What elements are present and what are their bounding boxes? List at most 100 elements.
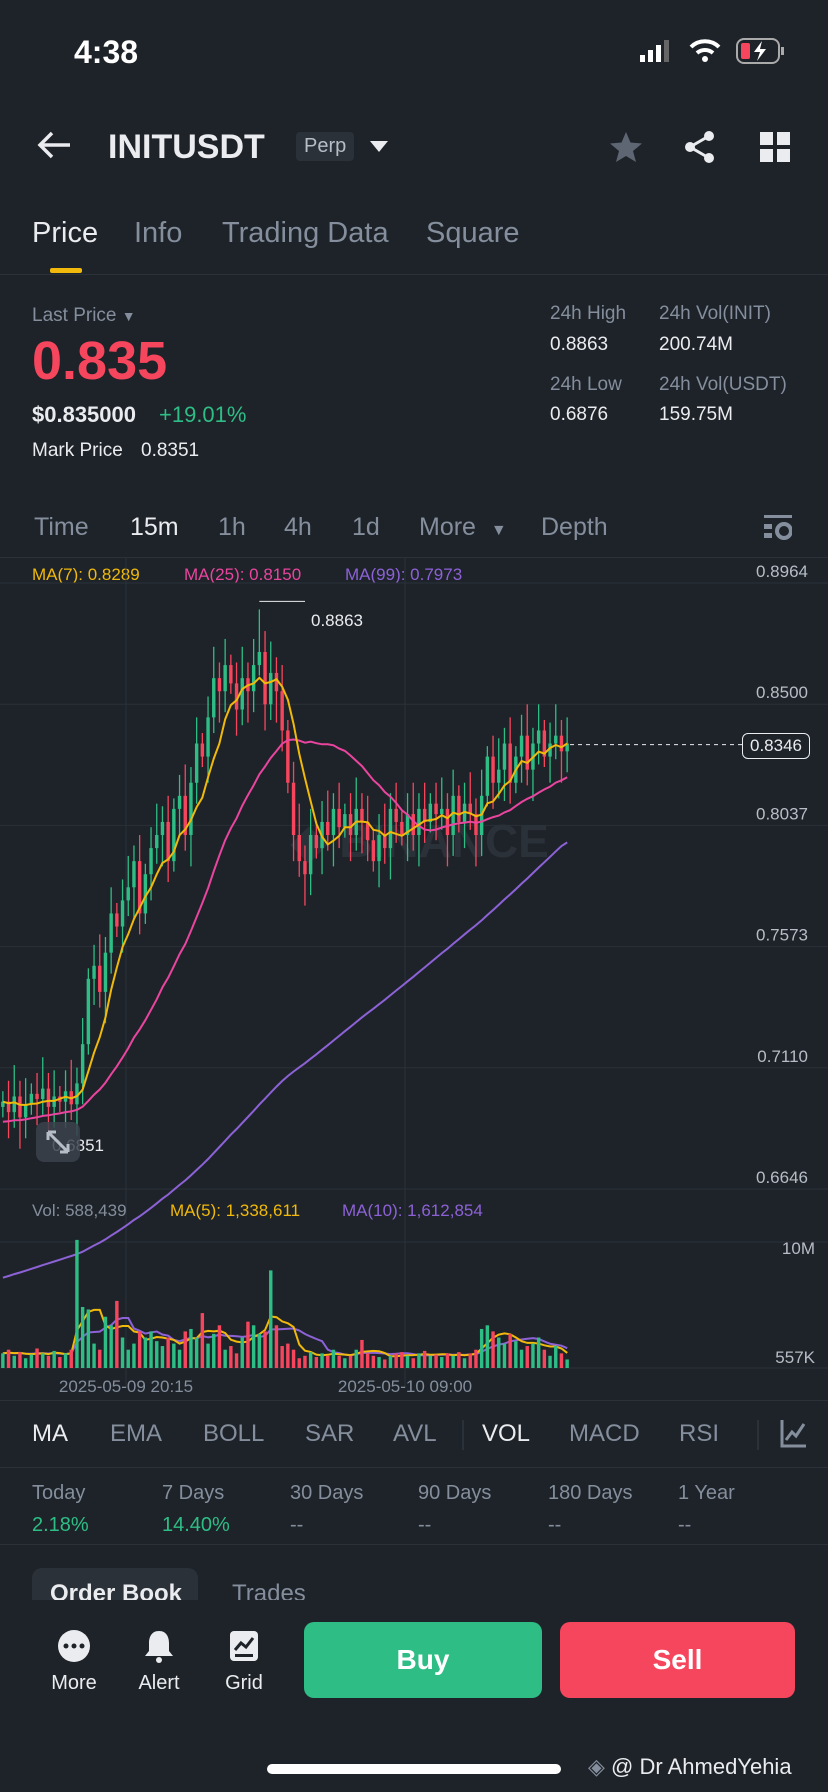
- period-value: --: [678, 1514, 692, 1536]
- last-price-label-text: Last Price: [32, 305, 117, 326]
- candle-body: [394, 808, 398, 822]
- volume-bar: [58, 1357, 62, 1368]
- volume-bar: [308, 1352, 313, 1368]
- volume-bar: [18, 1352, 22, 1368]
- indicator-vol[interactable]: VOL: [482, 1420, 530, 1448]
- share-icon[interactable]: [683, 130, 717, 169]
- volume-bar: [194, 1337, 199, 1368]
- more-button[interactable]: More: [39, 1628, 109, 1695]
- volume-bar: [23, 1358, 28, 1368]
- indicator-rsi[interactable]: RSI: [679, 1420, 719, 1448]
- candle-body: [371, 840, 376, 862]
- interval-1h[interactable]: 1h: [218, 513, 246, 542]
- candle-body: [314, 835, 319, 849]
- interval-time[interactable]: Time: [34, 513, 89, 542]
- interval-more[interactable]: More ▼: [419, 513, 507, 542]
- candle-body: [29, 1093, 34, 1105]
- volume-bar: [155, 1341, 159, 1368]
- volume-bar: [354, 1349, 358, 1368]
- divider: [757, 1420, 759, 1450]
- candle-body: [434, 803, 438, 815]
- symbol-dropdown-icon[interactable]: [370, 140, 388, 158]
- period-label: 90 Days: [418, 1482, 492, 1504]
- high-value: 0.8863: [550, 334, 609, 355]
- favorite-star-icon[interactable]: [609, 131, 643, 168]
- mark-price: 0.8351: [141, 440, 200, 461]
- price-chart[interactable]: 0.8964 0.8500 0.8037 0.7573 0.7110 0.6646 10M 5…: [0, 557, 828, 1400]
- volume-bar: [440, 1357, 444, 1368]
- indicator-sar[interactable]: SAR: [305, 1420, 354, 1448]
- volume-bar: [519, 1349, 524, 1368]
- candle-body: [206, 717, 210, 757]
- back-arrow-icon: [37, 131, 70, 159]
- candle-body: [263, 652, 267, 705]
- grid-layout-icon[interactable]: [760, 132, 790, 167]
- grid-button[interactable]: Grid: [209, 1628, 279, 1695]
- interval-4h[interactable]: 4h: [284, 513, 312, 542]
- volume-bar: [417, 1353, 421, 1368]
- tab-trading-data[interactable]: Trading Data: [222, 217, 389, 250]
- volume-bar: [303, 1355, 307, 1368]
- volume-bar: [326, 1355, 330, 1368]
- y-tick-label: 0.8500: [756, 683, 808, 702]
- volume-bar: [314, 1357, 319, 1368]
- volume-bar: [160, 1346, 165, 1368]
- volume-bar: [41, 1353, 45, 1368]
- volume-bar: [331, 1349, 336, 1368]
- volume-bar: [12, 1355, 16, 1368]
- volume-ma5-legend: MA(5): 1,338,611: [170, 1201, 301, 1220]
- expand-chart-button[interactable]: [36, 1122, 80, 1162]
- volume-bar: [251, 1325, 256, 1368]
- period-label: 1 Year: [678, 1482, 735, 1504]
- sell-button[interactable]: Sell: [560, 1622, 795, 1698]
- interval-depth[interactable]: Depth: [541, 513, 608, 542]
- tab-square[interactable]: Square: [426, 217, 520, 250]
- candle-body: [12, 1096, 16, 1113]
- indicator-macd[interactable]: MACD: [569, 1420, 640, 1448]
- volume-bar: [400, 1352, 404, 1368]
- period-label: 180 Days: [548, 1482, 633, 1504]
- volume-bar: [1, 1353, 5, 1368]
- interval-1d[interactable]: 1d: [352, 513, 380, 542]
- volume-bar: [548, 1355, 552, 1368]
- indicator-settings-icon[interactable]: [780, 1420, 806, 1453]
- symbol-title[interactable]: INITUSDT: [108, 128, 265, 167]
- tab-info[interactable]: Info: [134, 217, 182, 250]
- candle-body: [308, 835, 313, 875]
- candle-body: [46, 1088, 51, 1107]
- volume-bar: [554, 1346, 558, 1368]
- bell-icon: [124, 1628, 194, 1664]
- price-change: +19.01%: [159, 402, 247, 427]
- back-button[interactable]: [36, 130, 72, 165]
- battery-icon: [736, 38, 786, 69]
- candle-body: [120, 900, 125, 927]
- buy-button[interactable]: Buy: [304, 1622, 542, 1698]
- indicator-ema[interactable]: EMA: [110, 1420, 162, 1448]
- volume-bar: [274, 1325, 279, 1368]
- last-price-label[interactable]: Last Price ▼: [32, 305, 136, 327]
- indicator-boll[interactable]: BOLL: [203, 1420, 264, 1448]
- x-axis-label: 2025-05-09 20:15: [59, 1377, 193, 1396]
- binance-logo-icon: ◈: [588, 1754, 605, 1779]
- candle-body: [440, 808, 444, 815]
- volume-bar: [240, 1337, 244, 1368]
- volume-bar: [485, 1325, 490, 1368]
- high-marker-label: 0.8863: [311, 611, 363, 630]
- y-tick-label: 0.6646: [756, 1168, 808, 1187]
- vol-usdt-label: 24h Vol(USDT): [659, 374, 787, 395]
- candle-body: [343, 814, 347, 828]
- volume-bar: [531, 1343, 535, 1368]
- indicator-ma[interactable]: MA: [32, 1420, 68, 1448]
- alert-button[interactable]: Alert: [124, 1628, 194, 1695]
- tab-price[interactable]: Price: [32, 217, 98, 250]
- period-value: 14.40%: [162, 1514, 230, 1536]
- candle-body: [291, 782, 296, 836]
- volume-bar: [217, 1325, 222, 1368]
- volume-bar: [348, 1355, 353, 1368]
- divider: [0, 274, 828, 275]
- volume-bar: [320, 1353, 324, 1368]
- chart-settings-icon[interactable]: [764, 515, 793, 546]
- interval-15m[interactable]: 15m: [130, 513, 179, 542]
- wifi-icon: [689, 38, 721, 67]
- indicator-avl[interactable]: AVL: [393, 1420, 437, 1448]
